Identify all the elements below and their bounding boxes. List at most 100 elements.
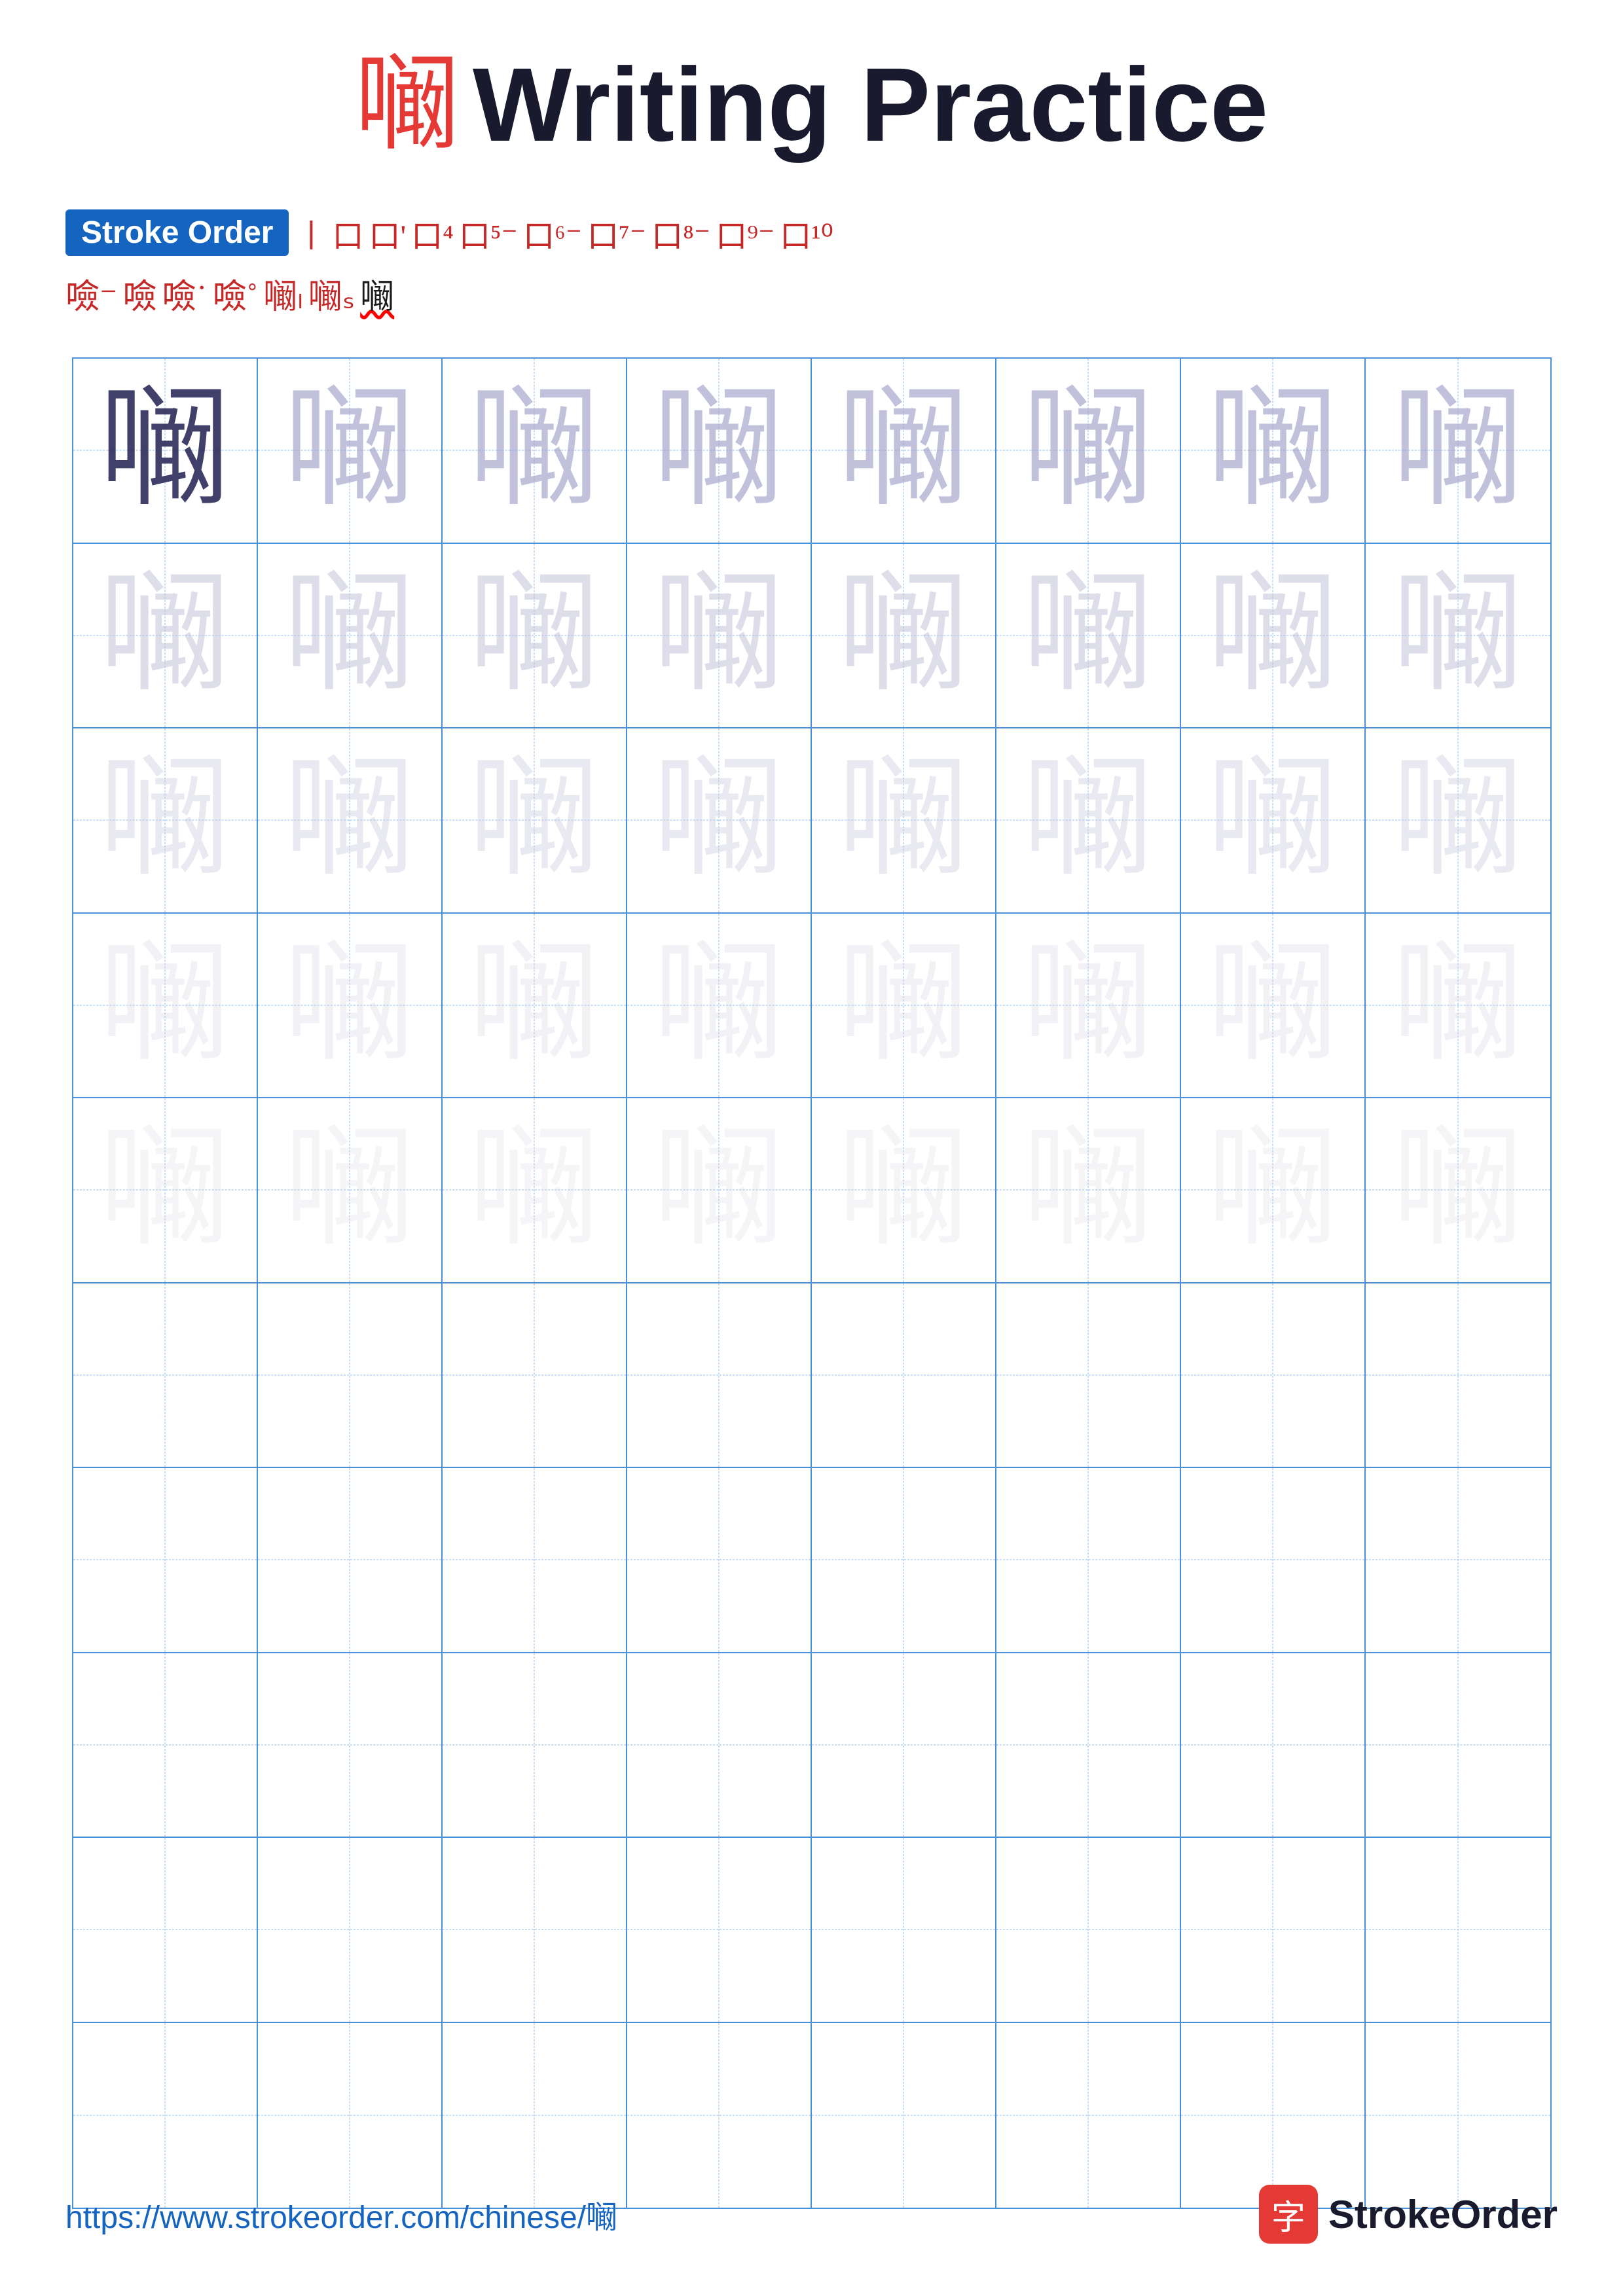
grid-cell-2-6[interactable]: 㘎 [996, 544, 1181, 729]
grid-cell-8-3[interactable] [443, 1653, 627, 1839]
grid-cell-6-6[interactable] [996, 1283, 1181, 1469]
grid-cell-7-7[interactable] [1181, 1468, 1366, 1653]
grid-cell-8-1[interactable] [73, 1653, 258, 1839]
grid-cell-2-1[interactable]: 㘎 [73, 544, 258, 729]
grid-cell-5-5[interactable]: 㘎 [812, 1098, 996, 1283]
grid-cell-6-1[interactable] [73, 1283, 258, 1469]
grid-cell-5-3[interactable]: 㘎 [443, 1098, 627, 1283]
stroke-step-8: 口⁸⁻ [651, 210, 710, 256]
grid-cell-3-1[interactable]: 㘎 [73, 728, 258, 914]
grid-cell-2-5[interactable]: 㘎 [812, 544, 996, 729]
grid-cell-9-4[interactable] [627, 1838, 812, 2023]
grid-cell-8-6[interactable] [996, 1653, 1181, 1839]
grid-cell-1-5[interactable]: 㘎 [812, 359, 996, 544]
stroke-step-11: 噞⁻ [65, 269, 117, 318]
grid-cell-1-7[interactable]: 㘎 [1181, 359, 1366, 544]
grid-cell-2-7[interactable]: 㘎 [1181, 544, 1366, 729]
grid-cell-4-2[interactable]: 㘎 [258, 914, 443, 1099]
grid-cell-1-2[interactable]: 㘎 [258, 359, 443, 544]
grid-row-9 [73, 1838, 1550, 2023]
practice-char-fade4: 㘎 [1022, 940, 1153, 1071]
grid-cell-8-5[interactable] [812, 1653, 996, 1839]
grid-cell-7-8[interactable] [1366, 1468, 1550, 1653]
grid-cell-3-3[interactable]: 㘎 [443, 728, 627, 914]
grid-cell-9-6[interactable] [996, 1838, 1181, 2023]
grid-cell-2-4[interactable]: 㘎 [627, 544, 812, 729]
grid-cell-6-7[interactable] [1181, 1283, 1366, 1469]
grid-cell-3-7[interactable]: 㘎 [1181, 728, 1366, 914]
grid-cell-4-6[interactable]: 㘎 [996, 914, 1181, 1099]
grid-cell-8-2[interactable] [258, 1653, 443, 1839]
grid-cell-4-3[interactable]: 㘎 [443, 914, 627, 1099]
grid-cell-4-7[interactable]: 㘎 [1181, 914, 1366, 1099]
grid-cell-10-1[interactable] [73, 2023, 258, 2208]
grid-cell-3-4[interactable]: 㘎 [627, 728, 812, 914]
stroke-step-9: 口⁹⁻ [716, 210, 775, 256]
stroke-step-17: 㘎 [360, 269, 394, 318]
grid-cell-1-6[interactable]: 㘎 [996, 359, 1181, 544]
grid-cell-9-3[interactable] [443, 1838, 627, 2023]
grid-cell-7-6[interactable] [996, 1468, 1181, 1653]
grid-cell-5-1[interactable]: 㘎 [73, 1098, 258, 1283]
grid-cell-5-6[interactable]: 㘎 [996, 1098, 1181, 1283]
practice-char-fade3: 㘎 [1022, 755, 1153, 886]
grid-cell-9-7[interactable] [1181, 1838, 1366, 2023]
grid-cell-10-5[interactable] [812, 2023, 996, 2208]
grid-cell-3-8[interactable]: 㘎 [1366, 728, 1550, 914]
grid-cell-10-3[interactable] [443, 2023, 627, 2208]
practice-char-fade2: 㘎 [283, 570, 414, 701]
grid-row-6 [73, 1283, 1550, 1469]
grid-cell-7-3[interactable] [443, 1468, 627, 1653]
grid-cell-7-4[interactable] [627, 1468, 812, 1653]
practice-char-fade1: 㘎 [1207, 385, 1338, 516]
grid-cell-2-3[interactable]: 㘎 [443, 544, 627, 729]
grid-cell-4-5[interactable]: 㘎 [812, 914, 996, 1099]
grid-cell-5-2[interactable]: 㘎 [258, 1098, 443, 1283]
footer-url[interactable]: https://www.strokeorder.com/chinese/㘎 [65, 2191, 617, 2237]
grid-cell-6-2[interactable] [258, 1283, 443, 1469]
grid-cell-10-7[interactable] [1181, 2023, 1366, 2208]
grid-cell-4-1[interactable]: 㘎 [73, 914, 258, 1099]
brand-name: StrokeOrder [1328, 2192, 1558, 2237]
grid-cell-7-1[interactable] [73, 1468, 258, 1653]
practice-char-fade1: 㘎 [1392, 385, 1523, 516]
grid-cell-9-8[interactable] [1366, 1838, 1550, 2023]
grid-cell-6-5[interactable] [812, 1283, 996, 1469]
grid-cell-9-2[interactable] [258, 1838, 443, 2023]
practice-char-fade4: 㘎 [653, 940, 784, 1071]
grid-cell-7-2[interactable] [258, 1468, 443, 1653]
grid-cell-6-4[interactable] [627, 1283, 812, 1469]
grid-cell-3-5[interactable]: 㘎 [812, 728, 996, 914]
grid-cell-3-2[interactable]: 㘎 [258, 728, 443, 914]
grid-cell-5-8[interactable]: 㘎 [1366, 1098, 1550, 1283]
grid-cell-10-6[interactable] [996, 2023, 1181, 2208]
grid-cell-1-1[interactable]: 㘎 [73, 359, 258, 544]
grid-cell-3-6[interactable]: 㘎 [996, 728, 1181, 914]
footer-brand: 字 StrokeOrder [1259, 2185, 1558, 2244]
grid-cell-1-8[interactable]: 㘎 [1366, 359, 1550, 544]
grid-row-5: 㘎 㘎 㘎 㘎 㘎 㘎 㘎 㘎 [73, 1098, 1550, 1283]
grid-cell-9-1[interactable] [73, 1838, 258, 2023]
grid-cell-1-4[interactable]: 㘎 [627, 359, 812, 544]
stroke-step-4: 口⁴ [411, 210, 454, 256]
grid-cell-8-4[interactable] [627, 1653, 812, 1839]
grid-cell-1-3[interactable]: 㘎 [443, 359, 627, 544]
practice-char-faint: 㘎 [283, 1124, 414, 1255]
grid-cell-7-5[interactable] [812, 1468, 996, 1653]
grid-cell-6-8[interactable] [1366, 1283, 1550, 1469]
grid-cell-10-8[interactable] [1366, 2023, 1550, 2208]
grid-cell-9-5[interactable] [812, 1838, 996, 2023]
grid-cell-10-4[interactable] [627, 2023, 812, 2208]
grid-cell-6-3[interactable] [443, 1283, 627, 1469]
grid-cell-8-8[interactable] [1366, 1653, 1550, 1839]
grid-cell-10-2[interactable] [258, 2023, 443, 2208]
grid-cell-8-7[interactable] [1181, 1653, 1366, 1839]
practice-char-faint: 㘎 [1207, 1124, 1338, 1255]
grid-cell-5-4[interactable]: 㘎 [627, 1098, 812, 1283]
grid-cell-5-7[interactable]: 㘎 [1181, 1098, 1366, 1283]
grid-cell-2-2[interactable]: 㘎 [258, 544, 443, 729]
practice-char-fade1: 㘎 [468, 385, 599, 516]
grid-cell-4-8[interactable]: 㘎 [1366, 914, 1550, 1099]
grid-cell-4-4[interactable]: 㘎 [627, 914, 812, 1099]
grid-cell-2-8[interactable]: 㘎 [1366, 544, 1550, 729]
